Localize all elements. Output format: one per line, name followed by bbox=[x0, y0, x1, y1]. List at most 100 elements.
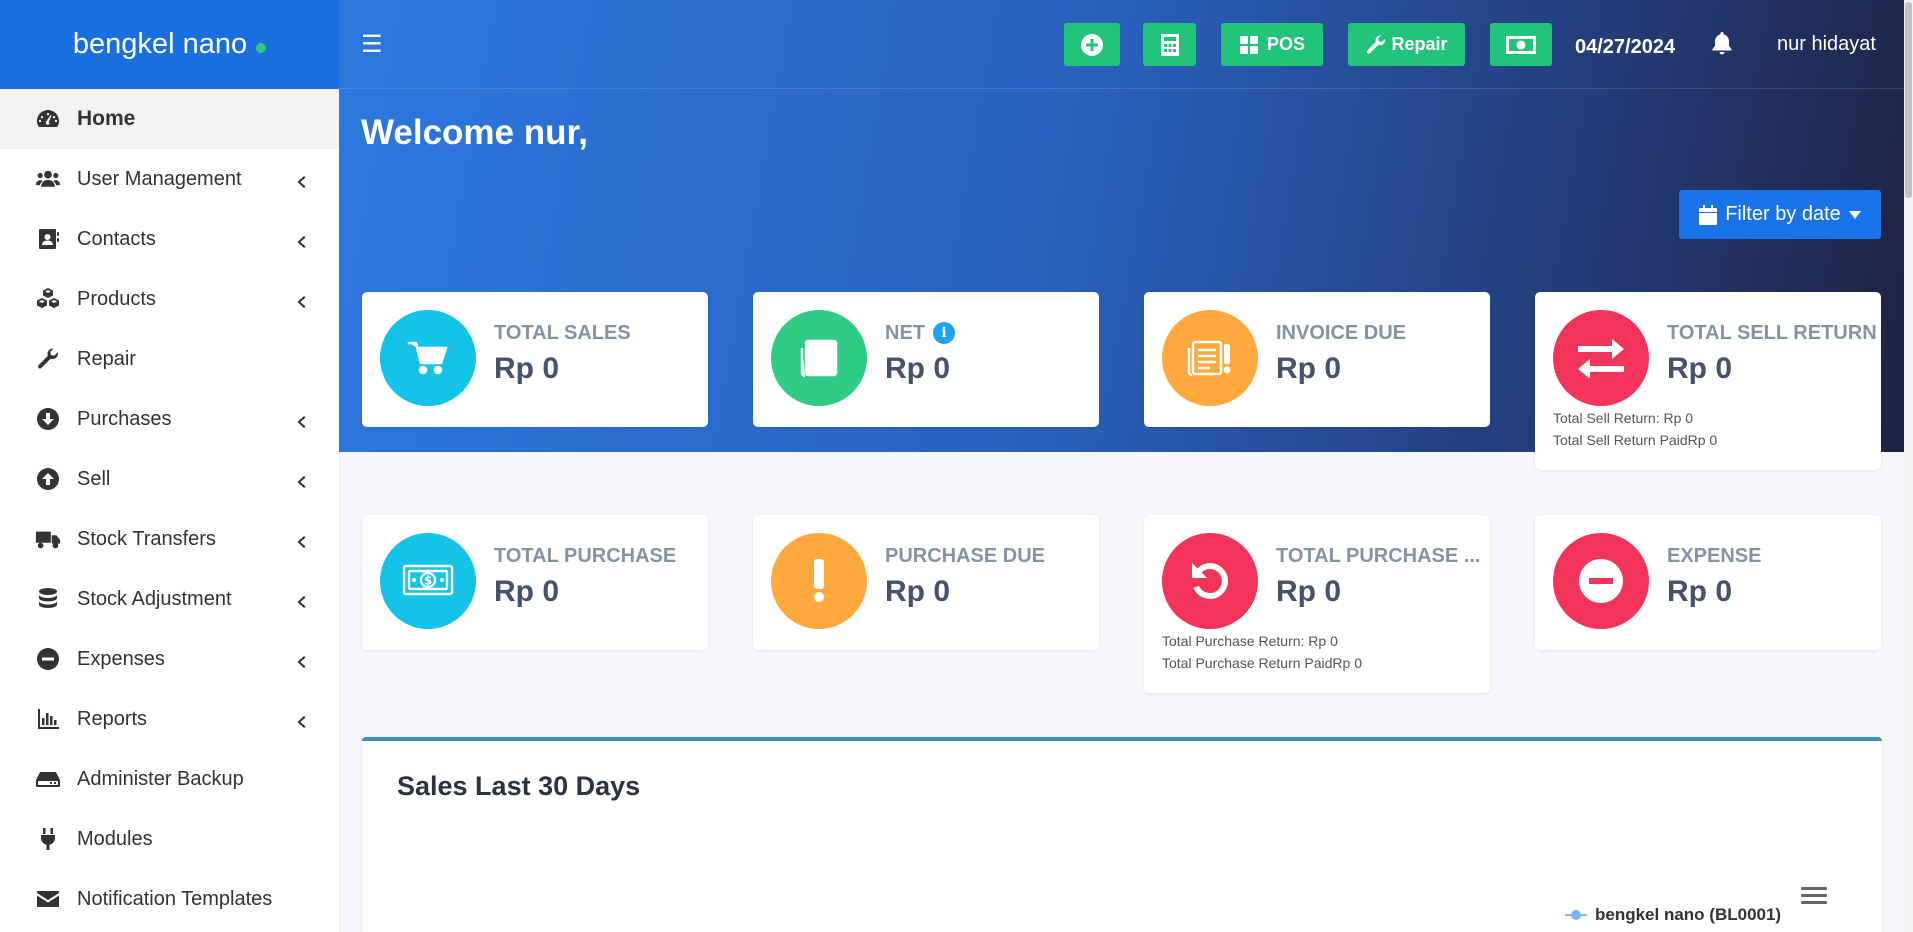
panel-title: Sales Last 30 Days bbox=[397, 771, 641, 801]
card-value: Rp 0 bbox=[494, 575, 560, 608]
sidebar-item-modules[interactable]: Modules bbox=[0, 809, 339, 869]
sidebar-item-stock-transfers[interactable]: Stock Transfers bbox=[0, 509, 339, 569]
svg-text:$: $ bbox=[424, 574, 432, 588]
sidebar-item-label: Administer Backup bbox=[77, 767, 244, 790]
arrow-circle-down-icon bbox=[33, 406, 63, 432]
online-status-dot bbox=[256, 42, 267, 53]
sidebar-item-home[interactable]: Home bbox=[0, 89, 339, 149]
sidebar-item-label: Products bbox=[77, 287, 156, 310]
top-navbar: ☰ POS Repair 04/27/2024 nur hidayat bbox=[339, 0, 1913, 89]
calculator-button[interactable] bbox=[1143, 23, 1196, 66]
card-title-text: NET bbox=[885, 322, 925, 344]
welcome-heading: Welcome nur, bbox=[361, 113, 588, 152]
chevron-left-icon bbox=[295, 712, 309, 728]
chart-menu-icon[interactable] bbox=[1801, 887, 1827, 909]
sidebar: bengkel nano Home User Management Contac… bbox=[0, 0, 339, 932]
card-value: Rp 0 bbox=[885, 352, 951, 385]
sidebar-item-label: Sell bbox=[77, 467, 111, 490]
brand-logo[interactable]: bengkel nano bbox=[0, 0, 339, 89]
sidebar-item-expenses[interactable]: Expenses bbox=[0, 629, 339, 689]
filter-by-date-button[interactable]: Filter by date bbox=[1679, 190, 1881, 239]
bell-icon[interactable] bbox=[1711, 31, 1733, 55]
sidebar-item-label: Purchases bbox=[77, 407, 172, 430]
chevron-left-icon bbox=[295, 532, 309, 548]
chevron-left-icon bbox=[295, 292, 309, 308]
card-title: INVOICE DUE bbox=[1276, 322, 1407, 344]
sidebar-item-sell[interactable]: Sell bbox=[0, 449, 339, 509]
sidebar-item-label: Contacts bbox=[77, 227, 156, 250]
stat-card-purchase-due: PURCHASE DUE Rp 0 bbox=[753, 515, 1099, 650]
sidebar-item-user-management[interactable]: User Management bbox=[0, 149, 339, 209]
undo-icon bbox=[1162, 533, 1258, 629]
sidebar-item-label: Reports bbox=[77, 707, 148, 730]
sidebar-item-label: Home bbox=[77, 107, 136, 130]
stat-card-total-purchase-return: TOTAL PURCHASE ... Rp 0 Total Purchase R… bbox=[1144, 515, 1490, 693]
cubes-icon bbox=[33, 286, 63, 312]
card-subtext: Total Sell Return: Rp 0 bbox=[1553, 410, 1694, 426]
minus-circle-icon bbox=[33, 646, 63, 672]
card-subtext: Total Purchase Return PaidRp 0 bbox=[1162, 655, 1362, 671]
hamburger-icon[interactable]: ☰ bbox=[361, 30, 383, 59]
sidebar-item-reports[interactable]: Reports bbox=[0, 689, 339, 749]
stat-card-total-sell-return: TOTAL SELL RETURN Rp 0 Total Sell Return… bbox=[1535, 292, 1881, 470]
calculator-icon bbox=[1160, 33, 1179, 56]
wrench-icon bbox=[33, 346, 63, 372]
sidebar-item-products[interactable]: Products bbox=[0, 269, 339, 329]
card-title: TOTAL SALES bbox=[494, 322, 631, 344]
card-value: Rp 0 bbox=[1276, 352, 1342, 385]
sidebar-item-administer-backup[interactable]: Administer Backup bbox=[0, 749, 339, 809]
chart-legend-item[interactable]: bengkel nano (BL0001) bbox=[1565, 905, 1781, 925]
sidebar-item-contacts[interactable]: Contacts bbox=[0, 209, 339, 269]
sidebar-item-label: User Management bbox=[77, 167, 242, 190]
stat-card-expense: EXPENSE Rp 0 bbox=[1535, 515, 1881, 650]
card-value: Rp 0 bbox=[1667, 575, 1733, 608]
card-value: Rp 0 bbox=[885, 575, 951, 608]
chevron-left-icon bbox=[295, 232, 309, 248]
page-scrollbar[interactable] bbox=[1904, 0, 1913, 932]
chevron-left-icon bbox=[295, 652, 309, 668]
sidebar-menu: Home User Management Contacts Products R… bbox=[0, 89, 339, 929]
minus-circle-icon bbox=[1553, 533, 1649, 629]
current-date: 04/27/2024 bbox=[1575, 36, 1676, 58]
cart-icon bbox=[380, 310, 476, 406]
sidebar-item-label: Repair bbox=[77, 347, 136, 370]
users-icon bbox=[33, 166, 63, 192]
card-value: Rp 0 bbox=[494, 352, 560, 385]
card-subtext: Total Sell Return PaidRp 0 bbox=[1553, 432, 1718, 448]
repair-button[interactable]: Repair bbox=[1348, 23, 1465, 66]
info-icon[interactable]: i bbox=[933, 322, 955, 344]
sidebar-item-stock-adjustment[interactable]: Stock Adjustment bbox=[0, 569, 339, 629]
card-subtext: Total Purchase Return: Rp 0 bbox=[1162, 633, 1338, 649]
scrollbar-thumb[interactable] bbox=[1905, 2, 1912, 198]
legend-label: bengkel nano (BL0001) bbox=[1595, 905, 1782, 924]
grid-icon bbox=[1239, 35, 1258, 54]
card-value: Rp 0 bbox=[1667, 352, 1733, 385]
bar-chart-icon bbox=[33, 706, 63, 732]
hdd-icon bbox=[33, 766, 63, 792]
legend-symbol bbox=[1565, 910, 1587, 920]
sidebar-item-repair[interactable]: Repair bbox=[0, 329, 339, 389]
pos-label: POS bbox=[1266, 34, 1305, 54]
sidebar-item-notification-templates[interactable]: Notification Templates bbox=[0, 869, 339, 929]
dashboard-icon bbox=[33, 106, 63, 132]
user-menu[interactable]: nur hidayat bbox=[1777, 33, 1876, 56]
pos-button[interactable]: POS bbox=[1221, 23, 1323, 66]
card-title: EXPENSE bbox=[1667, 545, 1762, 567]
sales-chart-panel: Sales Last 30 Days bengkel nano (BL0001) bbox=[362, 737, 1882, 932]
stat-card-invoice-due: INVOICE DUE Rp 0 bbox=[1144, 292, 1490, 427]
sidebar-item-label: Stock Transfers bbox=[77, 527, 216, 550]
add-button[interactable] bbox=[1064, 23, 1120, 66]
stat-card-net: NET i Rp 0 bbox=[753, 292, 1099, 427]
chevron-left-icon bbox=[295, 172, 309, 188]
chevron-left-icon bbox=[295, 412, 309, 428]
address-book-icon bbox=[33, 226, 63, 252]
sidebar-item-purchases[interactable]: Purchases bbox=[0, 389, 339, 449]
filter-label: Filter by date bbox=[1725, 203, 1841, 225]
repair-label: Repair bbox=[1391, 34, 1448, 54]
money-bill-icon: $ bbox=[380, 533, 476, 629]
chevron-left-icon bbox=[295, 472, 309, 488]
envelope-icon bbox=[33, 886, 63, 912]
cash-register-button[interactable] bbox=[1490, 23, 1552, 66]
chevron-left-icon bbox=[295, 592, 309, 608]
card-value: Rp 0 bbox=[1276, 575, 1342, 608]
